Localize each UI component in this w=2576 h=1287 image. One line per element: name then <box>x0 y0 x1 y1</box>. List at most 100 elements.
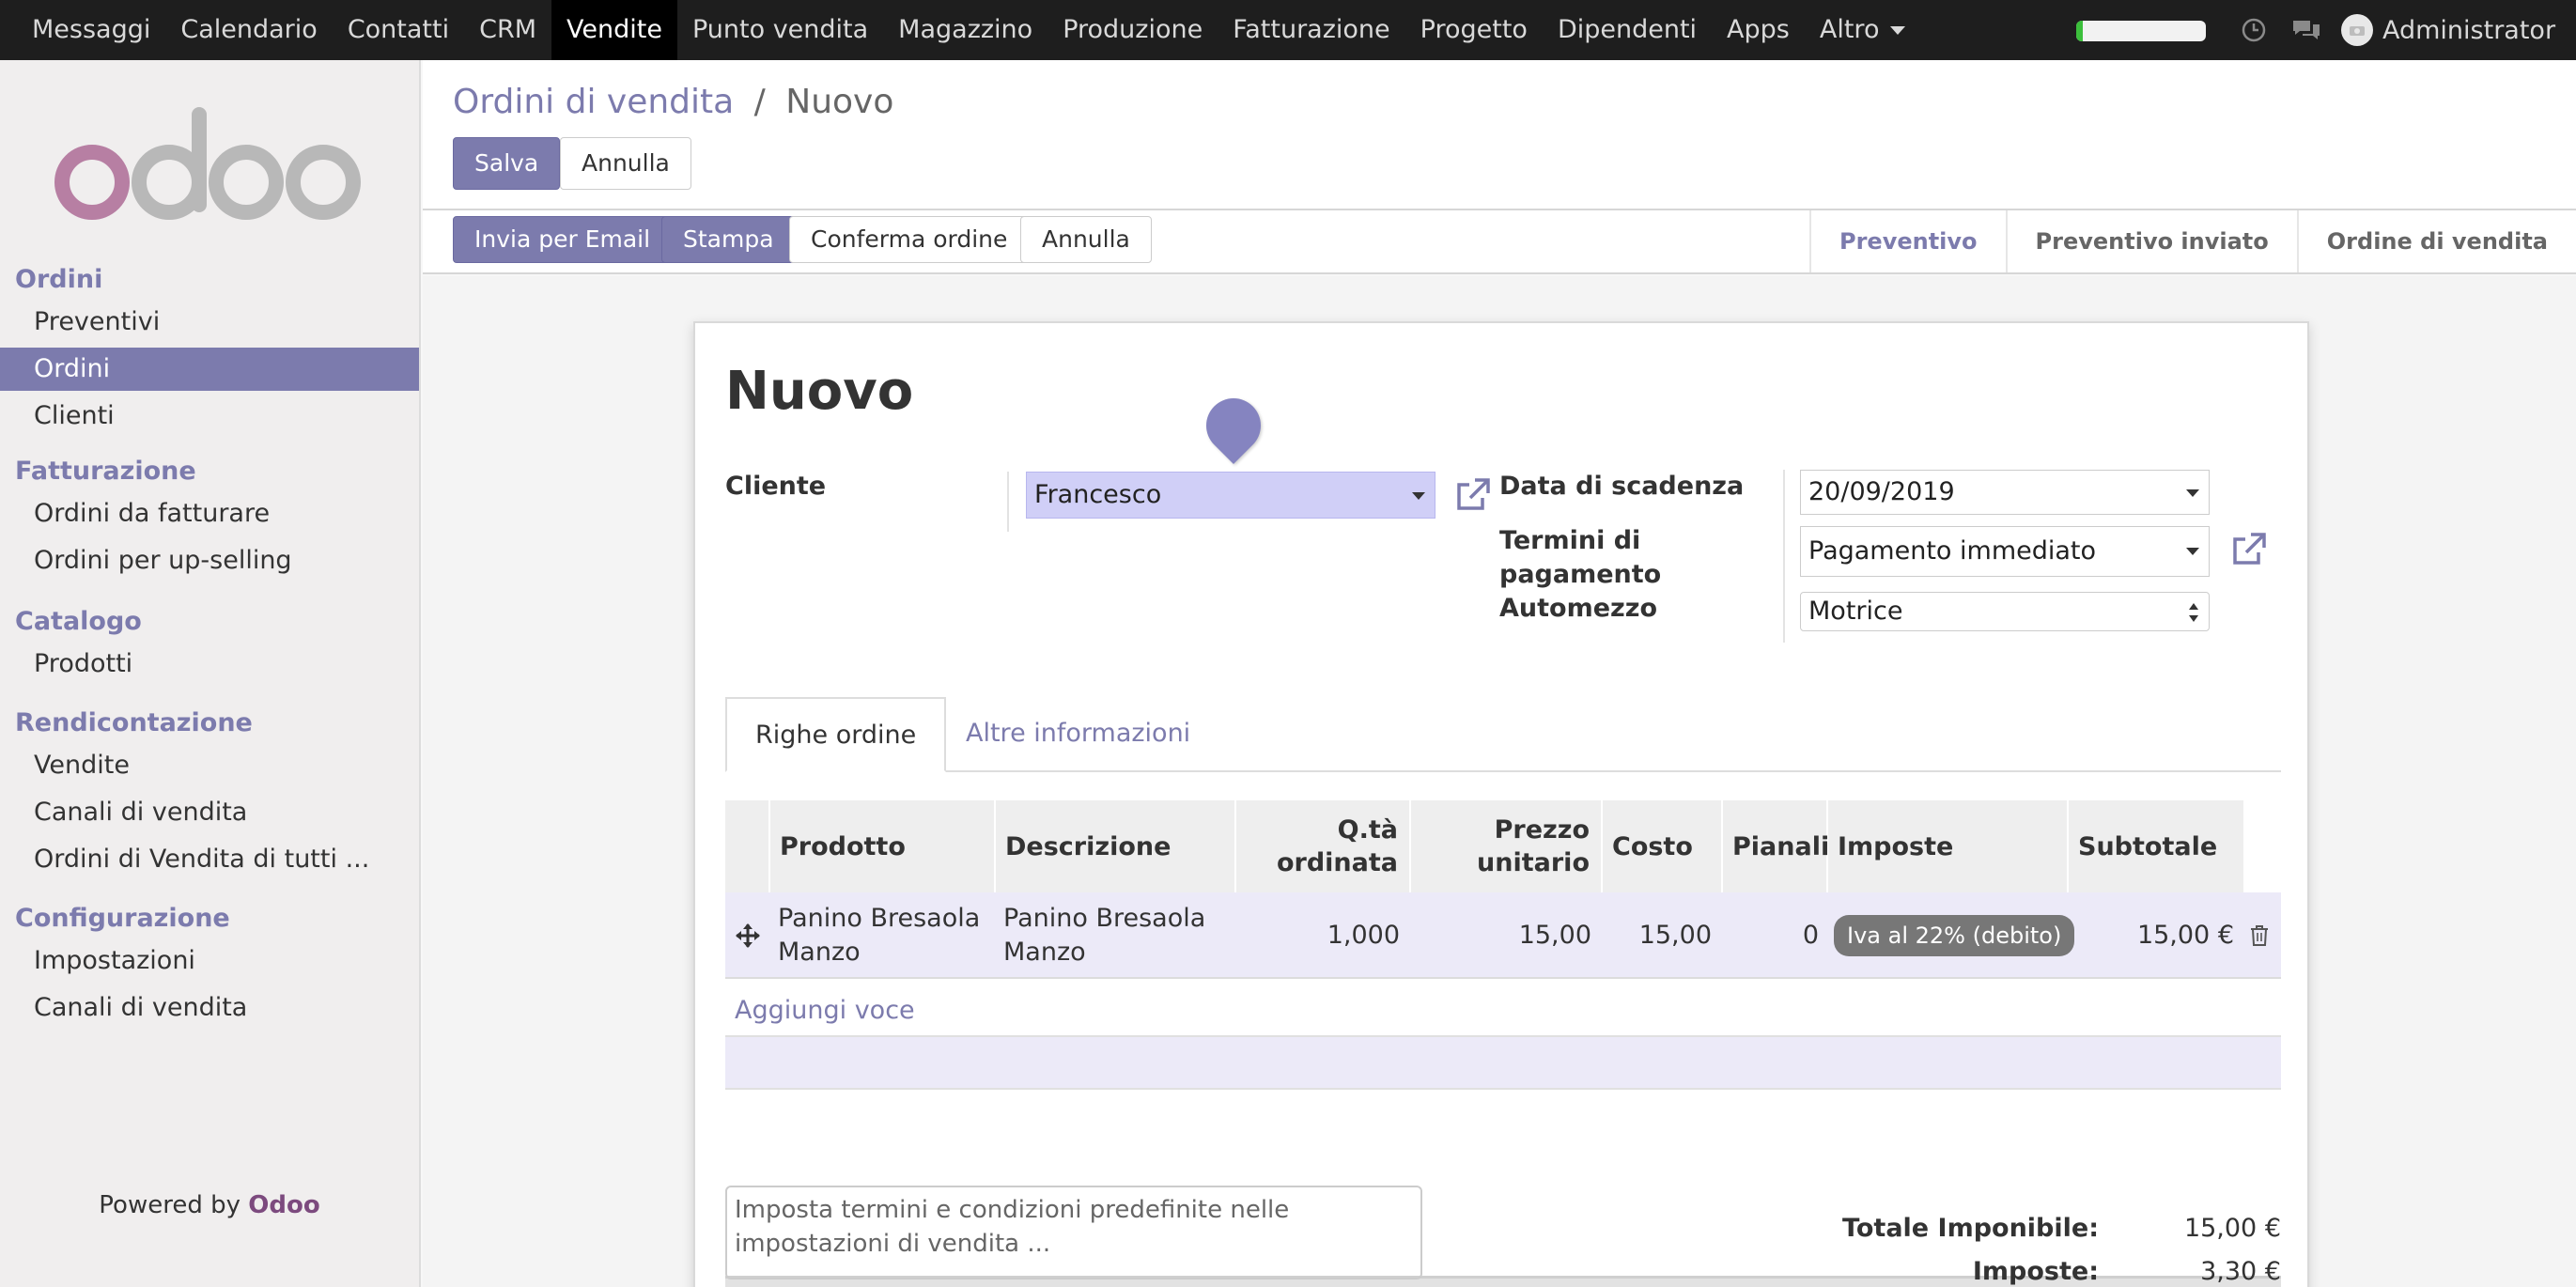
column-header-cost[interactable]: Costo <box>1603 800 1723 892</box>
sidebar-item-ordini-di-vendita-tutti[interactable]: Ordini di Vendita di tutti ... <box>0 838 419 881</box>
external-link-icon[interactable] <box>2230 532 2268 567</box>
vehicle-value: Motrice <box>1808 597 1903 626</box>
cell-subtotal: 15,00 € <box>2136 921 2234 950</box>
powered-by-brand[interactable]: Odoo <box>248 1191 319 1219</box>
column-header-qty-text: Q.tà ordinata <box>1277 814 1398 879</box>
customer-field[interactable]: Francesco <box>1026 472 1435 519</box>
due-date-field[interactable]: 20/09/2019 <box>1800 470 2210 515</box>
payment-terms-value: Pagamento immediato <box>1808 536 2097 566</box>
sidebar-item-ordini-da-fatturare[interactable]: Ordini da fatturare <box>0 492 419 535</box>
menu-punto-vendita[interactable]: Punto vendita <box>677 0 883 60</box>
menu-altro-label: Altro <box>1819 15 1880 44</box>
menu-calendario[interactable]: Calendario <box>165 0 332 60</box>
customer-label: Cliente <box>725 472 827 501</box>
sidebar-section-configurazione: Configurazione <box>15 904 230 933</box>
record-title: Nuovo <box>725 361 914 422</box>
sidebar-item-impostazioni[interactable]: Impostazioni <box>0 939 419 983</box>
menu-fatturazione[interactable]: Fatturazione <box>1218 0 1404 60</box>
cancel-order-button[interactable]: Annulla <box>1020 216 1152 263</box>
breadcrumb-separator: / <box>753 83 766 121</box>
column-header-taxes[interactable]: Imposte <box>1828 800 2069 892</box>
powered-by: Powered by Odoo <box>0 1191 419 1219</box>
cell-description[interactable]: Panino Bresaola Manzo <box>1003 892 1234 979</box>
sidebar-section-catalogo: Catalogo <box>15 607 142 636</box>
cell-price[interactable]: 15,00 <box>1411 892 1591 979</box>
status-step-preventivo[interactable]: Preventivo <box>1808 210 2006 272</box>
sidebar-item-prodotti[interactable]: Prodotti <box>0 643 419 686</box>
add-line-link[interactable]: Aggiungi voce <box>735 996 915 1025</box>
app-menu: Messaggi Calendario Contatti CRM Vendite… <box>17 0 1920 60</box>
discard-button[interactable]: Annulla <box>560 137 691 190</box>
empty-row <box>725 1035 2281 1090</box>
column-header-qty[interactable]: Q.tà ordinata <box>1236 800 1411 892</box>
trash-icon[interactable] <box>2249 924 2270 947</box>
sidebar-item-clienti[interactable]: Clienti <box>0 395 419 438</box>
print-button[interactable]: Stampa <box>661 216 796 263</box>
status-step-ordine-di-vendita[interactable]: Ordine di vendita <box>2296 210 2576 272</box>
confirm-order-button[interactable]: Conferma ordine <box>789 216 1030 263</box>
sidebar-item-canali-di-vendita[interactable]: Canali di vendita <box>0 791 419 834</box>
control-panel: Ordini di vendita / Nuovo Salva Annulla <box>423 60 2576 210</box>
vehicle-select[interactable]: Motrice <box>1800 592 2210 631</box>
table-row[interactable]: Panino Bresaola Manzo Panino Bresaola Manz… <box>725 892 2281 979</box>
progress-bar-fill <box>2076 21 2083 41</box>
clock-icon[interactable] <box>2240 16 2268 44</box>
cell-qty[interactable]: 1,000 <box>1236 892 1400 979</box>
product-line1: Panino Bresaola <box>778 904 981 933</box>
sidebar-item-vendite[interactable]: Vendite <box>0 744 419 787</box>
send-email-button[interactable]: Invia per Email <box>453 216 673 263</box>
user-name: Administrator <box>2382 15 2556 45</box>
field-separator-right <box>1783 470 1785 643</box>
column-header-product[interactable]: Prodotto <box>770 800 996 892</box>
dropdown-caret-icon <box>2186 548 2199 555</box>
dropdown-caret-icon <box>1412 492 1425 500</box>
menu-contatti[interactable]: Contatti <box>333 0 464 60</box>
drag-handle-icon[interactable] <box>735 923 761 949</box>
field-separator <box>1007 472 1009 532</box>
tax-badge: Iva al 22% (debito) <box>1834 915 2075 956</box>
column-header-price[interactable]: Prezzo unitario <box>1411 800 1603 892</box>
cell-cost[interactable]: 15,00 <box>1603 892 1712 979</box>
terms-textarea[interactable]: Imposta termini e condizioni predefinite… <box>725 1186 1422 1279</box>
cell-product[interactable]: Panino Bresaola Manzo <box>778 892 994 979</box>
breadcrumb: Ordini di vendita / Nuovo <box>453 83 893 121</box>
breadcrumb-parent[interactable]: Ordini di vendita <box>453 83 734 121</box>
camera-icon <box>2350 26 2365 36</box>
external-link-icon[interactable] <box>1454 477 1492 513</box>
cell-taxes[interactable]: Iva al 22% (debito) <box>1834 892 2075 979</box>
menu-progetto[interactable]: Progetto <box>1405 0 1543 60</box>
menu-produzione[interactable]: Produzione <box>1047 0 1218 60</box>
menu-vendite[interactable]: Vendite <box>551 0 677 60</box>
save-button[interactable]: Salva <box>453 137 561 190</box>
menu-dipendenti[interactable]: Dipendenti <box>1543 0 1712 60</box>
sidebar-item-ordini-up-selling[interactable]: Ordini per up-selling <box>0 539 419 582</box>
column-header-description[interactable]: Descrizione <box>996 800 1236 892</box>
status-step-preventivo-inviato[interactable]: Preventivo inviato <box>2005 210 2297 272</box>
tab-righe-ordine[interactable]: Righe ordine <box>725 697 947 772</box>
payment-terms-field[interactable]: Pagamento immediato <box>1800 526 2210 577</box>
tab-altre-informazioni[interactable]: Altre informazioni <box>938 697 1218 772</box>
sidebar-item-preventivi[interactable]: Preventivi <box>0 301 419 344</box>
status-steps: Preventivo Preventivo inviato Ordine di … <box>1808 210 2576 272</box>
due-date-label: Data di scadenza <box>1499 472 1745 501</box>
menu-crm[interactable]: CRM <box>464 0 551 60</box>
chat-icon[interactable] <box>2290 16 2322 44</box>
sidebar-section-rendicontazione: Rendicontazione <box>15 708 253 737</box>
cell-pianali[interactable]: 0 <box>1723 892 1819 979</box>
cell-description-text: Panino Bresaola Manzo <box>1003 902 1205 969</box>
menu-apps[interactable]: Apps <box>1712 0 1805 60</box>
qty-header-line2: ordinata <box>1276 848 1398 877</box>
odoo-logo <box>49 100 368 222</box>
progress-bar <box>2076 21 2206 41</box>
taxes-total-value: 3,30 € <box>2200 1257 2281 1286</box>
column-header-pianali[interactable]: Pianali <box>1723 800 1829 892</box>
column-header-subtotal[interactable]: Subtotale <box>2069 800 2243 892</box>
sidebar-section-fatturazione: Fatturazione <box>15 457 196 486</box>
sidebar-item-ordini[interactable]: Ordini <box>0 348 419 391</box>
menu-magazzino[interactable]: Magazzino <box>883 0 1047 60</box>
payment-terms-label-line2: pagamento <box>1499 560 1662 589</box>
menu-messaggi[interactable]: Messaggi <box>17 0 165 60</box>
sidebar-item-canali-di-vendita-config[interactable]: Canali di vendita <box>0 986 419 1030</box>
menu-altro[interactable]: Altro <box>1805 0 1921 60</box>
user-menu[interactable]: Administrator <box>2341 0 2555 60</box>
